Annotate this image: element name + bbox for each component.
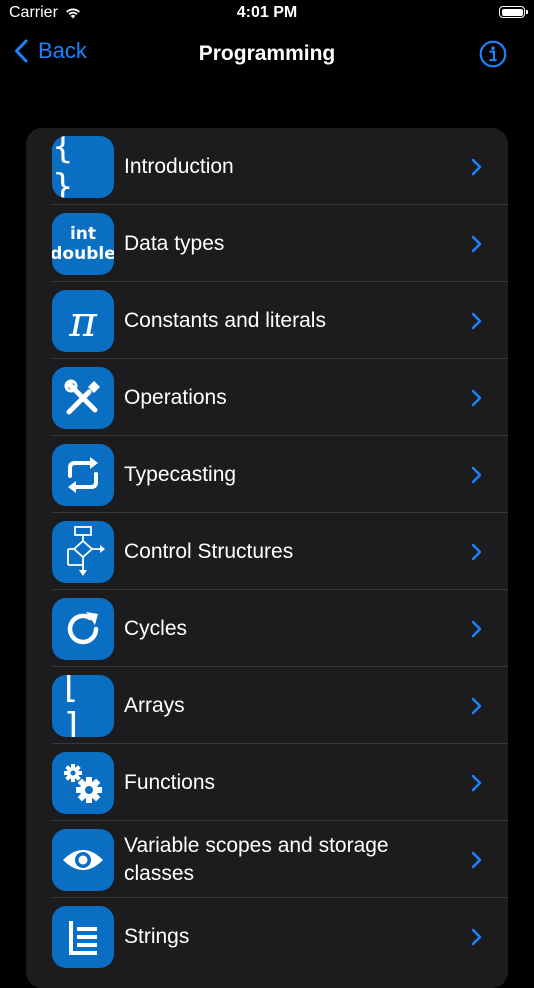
list-item-label: Data types	[124, 231, 225, 255]
chevron-right-icon	[471, 774, 482, 792]
list-item-data-types[interactable]: int double Data types	[26, 205, 508, 282]
list-item-operations[interactable]: Operations	[26, 359, 508, 436]
pi-icon: π	[52, 290, 114, 352]
convert-arrows-icon	[52, 444, 114, 506]
flowchart-icon	[52, 521, 114, 583]
battery-level	[501, 8, 523, 16]
list-item-constants-and-literals[interactable]: π Constants and literals	[26, 282, 508, 359]
list-item-arrays[interactable]: [ ] Arrays	[26, 667, 508, 744]
gears-icon	[52, 752, 114, 814]
info-icon[interactable]	[479, 40, 507, 68]
chevron-right-icon	[471, 697, 482, 715]
tools-icon	[52, 367, 114, 429]
list-item-label: Strings	[124, 924, 190, 948]
chevron-right-icon	[471, 389, 482, 407]
chevron-right-icon	[471, 312, 482, 330]
list-item-typecasting[interactable]: Typecasting	[26, 436, 508, 513]
chevron-right-icon	[471, 466, 482, 484]
topic-list: { } Introduction int double Data types π…	[26, 128, 508, 988]
icon-text-double: double	[52, 244, 114, 264]
loop-arrow-icon	[52, 598, 114, 660]
list-item-functions[interactable]: Functions	[26, 744, 508, 821]
chevron-right-icon	[471, 620, 482, 638]
chevron-right-icon	[471, 851, 482, 869]
list-item-control-structures[interactable]: Control Structures	[26, 513, 508, 590]
list-item-strings[interactable]: Strings	[26, 898, 508, 975]
int-double-icon: int double	[52, 213, 114, 275]
list-item-label: Introduction	[124, 154, 234, 178]
chevron-right-icon	[471, 928, 482, 946]
chevron-right-icon	[471, 235, 482, 253]
list-item-label: Typecasting	[124, 462, 237, 486]
list-item-label: Variable scopes and storage classes	[124, 833, 389, 885]
braces-icon: { }	[52, 136, 114, 198]
list-item-label: Functions	[124, 770, 216, 794]
list-item-label: Control Structures	[124, 539, 294, 563]
chevron-right-icon	[471, 158, 482, 176]
list-item-label: Constants and literals	[124, 308, 326, 332]
list-item-label: Arrays	[124, 693, 185, 717]
chevron-right-icon	[471, 543, 482, 561]
battery-icon	[499, 6, 528, 18]
navigation-bar: Back Programming	[0, 30, 534, 80]
icon-text-int: int	[69, 224, 97, 244]
status-time: 4:01 PM	[236, 4, 298, 21]
brackets-icon: [ ]	[52, 675, 114, 737]
eye-icon	[52, 829, 114, 891]
list-icon	[52, 906, 114, 968]
list-item-variable-scopes[interactable]: Variable scopes and storage classes	[26, 821, 508, 898]
list-item-cycles[interactable]: Cycles	[26, 590, 508, 667]
page-title: Programming	[198, 42, 336, 65]
status-bar: Carrier 4:01 PM	[0, 0, 534, 30]
list-item-introduction[interactable]: { } Introduction	[26, 128, 508, 205]
list-item-label: Operations	[124, 385, 227, 409]
list-item-label: Cycles	[124, 616, 188, 640]
